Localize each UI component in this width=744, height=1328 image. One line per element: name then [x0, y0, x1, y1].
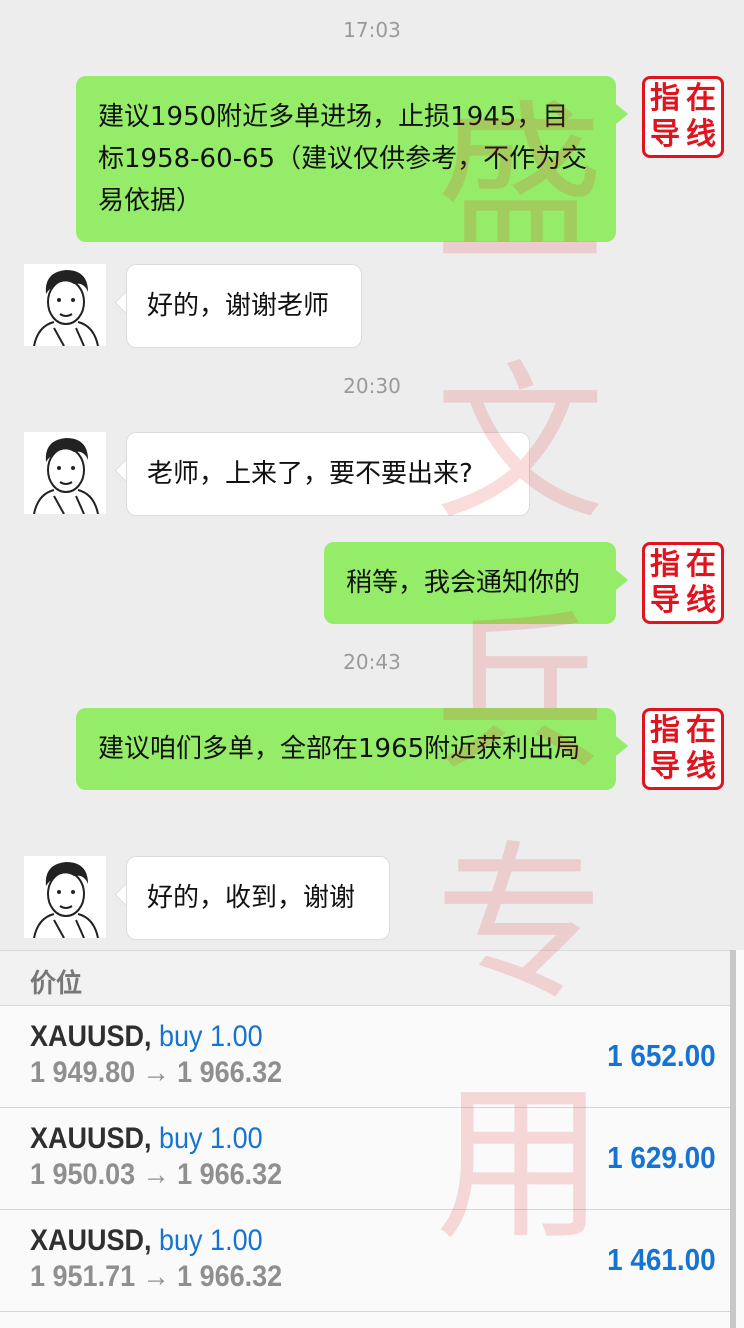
message-bubble-incoming[interactable]: 好的，收到，谢谢: [126, 856, 390, 940]
position-symbol: XAUUSD,: [30, 1224, 152, 1257]
message-bubble-incoming[interactable]: 老师，上来了，要不要出来?: [126, 432, 530, 516]
position-row[interactable]: XAUUSD, buy 1.00 1 950.03 → 1 966.32 1 6…: [0, 1108, 730, 1210]
message-bubble-outgoing[interactable]: 稍等，我会通知你的: [324, 542, 616, 624]
stamp-char: 在: [686, 713, 716, 748]
message-bubble-outgoing[interactable]: 建议1950附近多单进场，止损1945，目标1958-60-65（建议仅供参考，…: [76, 76, 616, 242]
position-action: buy 1.00: [159, 1224, 263, 1257]
bubble-tail: [616, 104, 628, 124]
user-avatar[interactable]: [24, 264, 106, 346]
user-avatar[interactable]: [24, 432, 106, 514]
sketch-face-icon: [33, 438, 99, 514]
position-title: XAUUSD, buy 1.00: [30, 1020, 263, 1054]
position-row[interactable]: XAUUSD, buy 1.00 1 951.71 → 1 966.32 1 4…: [0, 1210, 730, 1312]
position-action: buy 1.00: [159, 1122, 263, 1155]
position-symbol: XAUUSD,: [30, 1020, 152, 1053]
timestamp: 20:43: [343, 650, 401, 674]
bubble-tail: [616, 570, 628, 590]
stamp-char: 在: [686, 81, 716, 116]
sender-stamp-avatar[interactable]: 指 在 导 线: [642, 708, 724, 790]
message-text: 建议咱们多单，全部在1965附近获利出局: [98, 734, 581, 764]
position-prices: 1 951.71 → 1 966.32: [30, 1260, 283, 1293]
panel-header: 价位: [0, 950, 730, 1006]
sketch-face-icon: [33, 270, 99, 346]
position-profit: 1 629.00: [607, 1140, 716, 1175]
stamp-char: 指: [650, 81, 680, 116]
position-title: XAUUSD, buy 1.00: [30, 1224, 263, 1258]
stamp-char: 指: [650, 547, 680, 582]
stamp-char: 线: [686, 117, 716, 152]
sender-stamp-avatar[interactable]: 指 在 导 线: [642, 76, 724, 158]
stamp-char: 线: [686, 749, 716, 784]
user-avatar[interactable]: [24, 856, 106, 938]
position-prices: 1 950.03 → 1 966.32: [30, 1158, 283, 1191]
position-profit: 1 461.00: [607, 1242, 716, 1277]
message-text: 好的，谢谢老师: [147, 291, 330, 321]
message-text: 老师，上来了，要不要出来?: [147, 459, 473, 489]
sketch-face-icon: [33, 862, 99, 938]
stamp-char: 在: [686, 547, 716, 582]
timestamp: 17:03: [343, 18, 401, 42]
position-profit: 1 652.00: [607, 1038, 716, 1073]
position-prices: 1 949.80 → 1 966.32: [30, 1056, 283, 1089]
sender-stamp-avatar[interactable]: 指 在 导 线: [642, 542, 724, 624]
message-text: 好的，收到，谢谢: [147, 883, 356, 913]
message-bubble-incoming[interactable]: 好的，谢谢老师: [126, 264, 362, 348]
positions-panel: 价位 XAUUSD, buy 1.00 1 949.80 → 1 966.32 …: [0, 950, 744, 1328]
position-title: XAUUSD, buy 1.00: [30, 1122, 263, 1156]
message-text: 稍等，我会通知你的: [346, 568, 581, 598]
stamp-char: 导: [650, 749, 680, 784]
position-action: buy 1.00: [159, 1020, 263, 1053]
timestamp: 20:30: [343, 374, 401, 398]
position-symbol: XAUUSD,: [30, 1122, 152, 1155]
panel-header-label: 价位: [30, 968, 83, 998]
message-text: 建议1950附近多单进场，止损1945，目标1958-60-65（建议仅供参考，…: [98, 102, 588, 216]
stamp-char: 指: [650, 713, 680, 748]
position-row[interactable]: XAUUSD, buy 1.00 1 949.80 → 1 966.32 1 6…: [0, 1006, 730, 1108]
stamp-char: 线: [686, 583, 716, 618]
scrollbar[interactable]: [730, 950, 736, 1328]
stamp-char: 导: [650, 117, 680, 152]
bubble-tail: [616, 736, 628, 756]
message-bubble-outgoing[interactable]: 建议咱们多单，全部在1965附近获利出局: [76, 708, 616, 790]
stamp-char: 导: [650, 583, 680, 618]
chat-area[interactable]: 17:03 建议1950附近多单进场，止损1945，目标1958-60-65（建…: [0, 0, 744, 950]
